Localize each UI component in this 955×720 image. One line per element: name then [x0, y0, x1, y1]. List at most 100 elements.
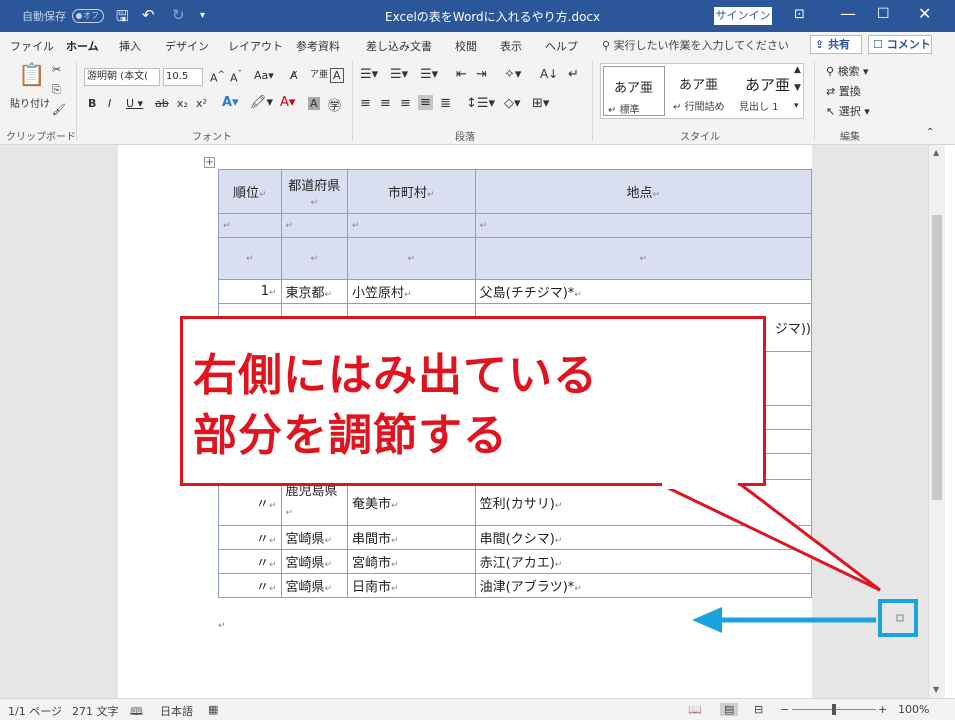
replace-button[interactable]: ⇄ 置換 — [826, 83, 861, 99]
location-cell: 串間(クシマ)↵ — [474, 525, 813, 550]
tab-insert[interactable]: 挿入 — [119, 38, 141, 54]
tellme-search[interactable]: ⚲ 実行したい作業を入力してください — [602, 37, 789, 53]
show-marks-icon[interactable]: ↵ — [568, 67, 579, 82]
location-cell: 笠利(カサリ)↵ — [474, 479, 813, 526]
tab-help[interactable]: ヘルプ — [545, 38, 578, 54]
prefecture-cell: 宮崎県↵ — [280, 525, 348, 550]
separator — [814, 61, 815, 141]
redo-icon[interactable]: ↻ — [172, 6, 185, 24]
zoom-out-icon[interactable]: − — [780, 703, 789, 716]
zoom-in-icon[interactable]: + — [878, 703, 887, 716]
undo-icon[interactable]: ↶ — [142, 6, 155, 24]
prefecture-cell: 宮崎県↵ — [280, 549, 348, 574]
scroll-thumb[interactable] — [932, 215, 942, 500]
superscript-icon[interactable]: x² — [196, 97, 207, 110]
callout-box: 右側にはみ出ている 部分を調節する — [180, 316, 766, 486]
comment-button[interactable]: ☐ コメント — [868, 35, 932, 54]
shrink-font-icon[interactable]: Aˇ — [230, 69, 242, 85]
tab-layout[interactable]: レイアウト — [228, 38, 283, 54]
increase-indent-icon[interactable]: ⇥ — [476, 67, 487, 82]
change-case-icon[interactable]: Aa▾ — [254, 69, 274, 82]
page-count[interactable]: 1/1 ページ — [8, 703, 62, 719]
zoom-level[interactable]: 100% — [898, 703, 929, 716]
justify-icon[interactable]: ≡ — [418, 95, 433, 110]
cut-icon[interactable]: ✂ — [52, 63, 61, 76]
tab-design[interactable]: デザイン — [165, 38, 209, 54]
paste-label[interactable]: 貼り付け — [10, 95, 50, 110]
customize-toolbar-icon[interactable]: ▾ — [200, 10, 205, 21]
print-layout-icon[interactable]: ▤ — [720, 703, 739, 716]
highlight-icon[interactable]: 🖍▾ — [250, 95, 273, 110]
save-icon[interactable]: 🖫 — [116, 6, 129, 31]
vertical-scrollbar[interactable]: ▲ ▼ — [928, 145, 945, 698]
align-right-icon[interactable]: ≡ — [400, 96, 411, 111]
tab-review[interactable]: 校閲 — [455, 38, 477, 54]
underline-icon[interactable]: U ▾ — [126, 97, 143, 110]
zoom-thumb[interactable] — [832, 704, 836, 715]
subscript-icon[interactable]: x₂ — [177, 97, 188, 110]
numbering-icon[interactable]: ☰▾ — [390, 67, 408, 82]
font-size-box[interactable]: 10.5 — [163, 68, 203, 86]
minimize-icon[interactable]: — — [840, 4, 856, 23]
bold-icon[interactable]: B — [88, 97, 96, 110]
find-button[interactable]: ⚲ 検索 ▾ — [826, 63, 869, 79]
close-icon[interactable]: ✕ — [918, 4, 931, 23]
select-button[interactable]: ↖ 選択 ▾ — [826, 103, 870, 119]
tab-view[interactable]: 表示 — [500, 38, 522, 54]
asian-layout-icon[interactable]: ✧▾ — [504, 67, 521, 82]
table-move-handle-icon[interactable]: + — [204, 157, 215, 168]
tab-references[interactable]: 参考資料 — [296, 38, 340, 54]
tellme-text: 実行したい作業を入力してください — [613, 39, 789, 52]
multilevel-list-icon[interactable]: ☰▾ — [420, 67, 438, 82]
strikethrough-icon[interactable]: ab — [155, 97, 169, 110]
style-item-heading1[interactable]: あア亜 見出し 1 — [735, 64, 799, 118]
line-spacing-icon[interactable]: ↕☰▾ — [466, 96, 495, 111]
scroll-up-icon[interactable]: ▲ — [933, 148, 939, 157]
macro-icon[interactable]: ▦ — [208, 703, 218, 716]
font-name-box[interactable]: 游明朝 (本文( — [84, 68, 160, 86]
decrease-indent-icon[interactable]: ⇤ — [456, 67, 467, 82]
clear-format-icon[interactable]: A̸ — [290, 69, 298, 82]
distributed-icon[interactable]: ≣ — [440, 96, 451, 111]
style-item-normal[interactable]: あア亜 ↵ 標準 — [603, 66, 665, 116]
copy-icon[interactable]: ⎘ — [52, 83, 61, 97]
style-item-no-spacing[interactable]: あア亜 ↵ 行間詰め — [669, 64, 733, 118]
document-title: Excelの表をWordに入れるやり方.docx — [385, 10, 601, 24]
tab-home[interactable]: ホーム — [66, 38, 99, 59]
maximize-icon[interactable]: ☐ — [877, 6, 890, 22]
proofing-icon[interactable]: 🕮 — [130, 703, 143, 720]
bullets-icon[interactable]: ☰▾ — [360, 67, 378, 82]
web-layout-icon[interactable]: ⊟ — [754, 703, 763, 716]
styles-scroll-down-icon[interactable]: ▼ — [794, 83, 801, 93]
character-border-icon[interactable]: A — [330, 68, 344, 83]
styles-more-icon[interactable]: ▾ — [794, 101, 799, 111]
font-color-icon[interactable]: A▾ — [280, 95, 295, 110]
autosave-toggle[interactable]: オフ — [72, 9, 104, 23]
format-painter-icon[interactable]: 🖌 — [52, 103, 66, 116]
tab-file[interactable]: ファイル — [10, 38, 54, 54]
scroll-down-icon[interactable]: ▼ — [933, 685, 939, 694]
borders-icon[interactable]: ⊞▾ — [532, 96, 549, 111]
sort-icon[interactable]: A↓ — [540, 67, 558, 81]
align-left-icon[interactable]: ≡ — [360, 96, 371, 111]
paste-icon[interactable]: 📋 — [18, 63, 45, 88]
ribbon-display-icon[interactable]: ⊡ — [794, 7, 805, 22]
editing-group-label: 編集 — [840, 132, 860, 143]
grow-font-icon[interactable]: A^ — [210, 69, 225, 85]
shading-icon[interactable]: ◇▾ — [504, 96, 521, 111]
signin-button[interactable]: サインイン — [714, 7, 772, 25]
align-center-icon[interactable]: ≡ — [380, 96, 391, 111]
phonetic-guide-icon[interactable]: ア亜 — [310, 67, 328, 80]
word-count[interactable]: 271 文字 — [72, 703, 119, 719]
read-mode-icon[interactable]: 📖 — [688, 703, 702, 716]
share-button[interactable]: ⇪ 共有 — [810, 35, 862, 54]
text-effect-icon[interactable]: A▾ — [222, 95, 239, 110]
enclose-character-icon[interactable]: ㊫ — [328, 95, 341, 114]
character-shading-icon[interactable]: A — [308, 97, 320, 110]
tab-mailings[interactable]: 差し込み文書 — [366, 38, 432, 54]
styles-scroll-up-icon[interactable]: ▲ — [794, 65, 801, 75]
italic-icon[interactable]: I — [108, 97, 111, 110]
collapse-ribbon-icon[interactable]: ⌃ — [926, 127, 934, 138]
language[interactable]: 日本語 — [160, 703, 193, 719]
share-label: 共有 — [828, 38, 851, 51]
